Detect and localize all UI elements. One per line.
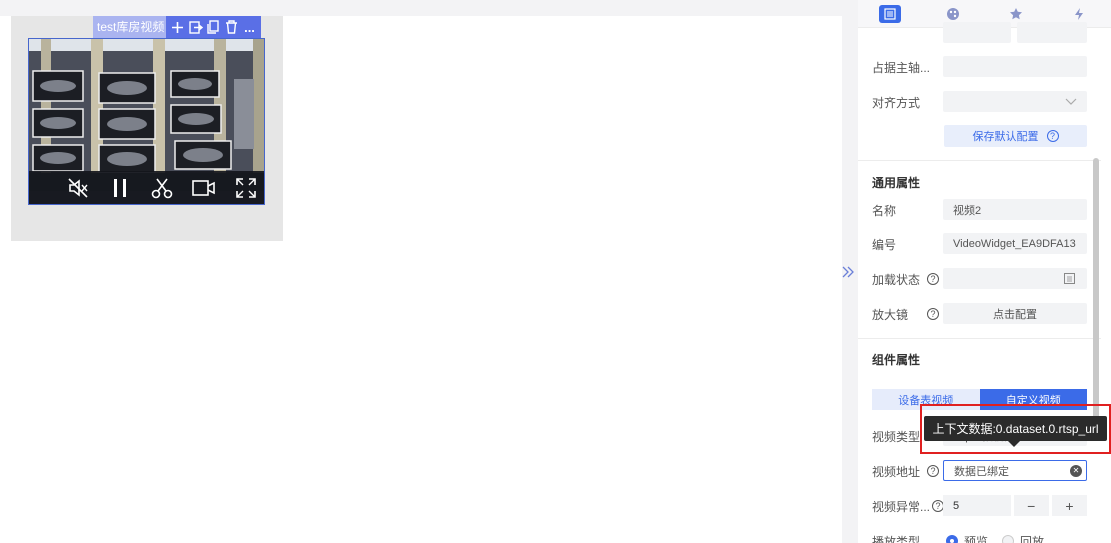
export-icon[interactable]: [188, 19, 203, 35]
decrement-button[interactable]: −: [1013, 495, 1049, 516]
fullscreen-icon[interactable]: [234, 176, 258, 200]
help-icon[interactable]: ?: [927, 308, 940, 320]
save-default-button[interactable]: 保存默认配置 ?: [944, 125, 1087, 147]
main-axis-input[interactable]: [943, 56, 1087, 77]
highlight-box: [920, 404, 1111, 454]
component-section-title: 组件属性: [872, 353, 921, 367]
general-section-title: 通用属性: [872, 176, 921, 190]
copy-icon[interactable]: [206, 19, 221, 35]
video-type-row: 视频类型: [872, 425, 920, 447]
widget-tools: ...: [166, 16, 261, 38]
delete-icon[interactable]: [224, 19, 239, 35]
partial-field-left[interactable]: [943, 22, 1011, 43]
increment-button[interactable]: +: [1051, 495, 1087, 516]
id-row: 编号: [872, 233, 896, 255]
radio-preview[interactable]: [946, 535, 958, 543]
help-icon[interactable]: ?: [927, 273, 940, 285]
main-axis-label: 占据主轴...: [872, 60, 931, 75]
radio-playback[interactable]: [1002, 535, 1015, 543]
name-label: 名称: [872, 203, 897, 218]
collapse-panel-icon[interactable]: [838, 262, 858, 282]
video-error-stepper: 5 − +: [943, 495, 1087, 516]
id-label: 编号: [872, 237, 897, 252]
panel-scrollbar[interactable]: [1093, 158, 1099, 428]
name-input[interactable]: 视频2: [943, 199, 1087, 220]
help-icon[interactable]: ?: [927, 465, 940, 477]
plus-icon[interactable]: [170, 19, 185, 35]
magnifier-row: 放大镜 ?: [872, 303, 940, 325]
help-icon: ?: [1046, 130, 1059, 142]
align-select[interactable]: [943, 91, 1087, 112]
mute-icon[interactable]: [66, 176, 90, 200]
video-type-label: 视频类型: [872, 429, 921, 444]
widget-toolbar: test库房视频 ...: [93, 16, 261, 38]
widget-name: test库房视频: [93, 16, 166, 38]
calendar-icon[interactable]: [1064, 273, 1075, 284]
divider: [858, 338, 1101, 339]
load-state-label: 加载状态: [872, 272, 921, 287]
list-icon: [878, 5, 901, 23]
divider: [858, 160, 1101, 161]
radio-playback-label: 回放: [1020, 534, 1045, 543]
video-error-row: 视频异常... ?: [872, 495, 945, 517]
magnifier-label: 放大镜: [872, 307, 909, 322]
play-type-label: 播放类型: [872, 534, 921, 543]
magnifier-config-button[interactable]: 点击配置: [943, 303, 1087, 324]
load-state-input[interactable]: [943, 268, 1087, 289]
partial-field-right[interactable]: [1017, 22, 1087, 43]
video-url-row: 视频地址 ?: [872, 460, 940, 482]
video-control-bar: [29, 171, 264, 204]
load-state-row: 加载状态 ?: [872, 268, 940, 290]
video-url-label: 视频地址: [872, 464, 921, 479]
cut-icon[interactable]: [150, 176, 174, 200]
panel-body: 占据主轴... 对齐方式 保存默认配置 ? 通用属性 名称 视频2 编号 Vid…: [858, 22, 1101, 543]
align-label: 对齐方式: [872, 95, 921, 110]
video-url-input[interactable]: 数据已绑定 ✕: [943, 460, 1087, 481]
palette-icon: [942, 5, 964, 23]
name-row: 名称: [872, 199, 896, 221]
radio-preview-label: 预览: [964, 534, 989, 543]
lightning-icon: [1068, 5, 1090, 23]
property-panel: 占据主轴... 对齐方式 保存默认配置 ? 通用属性 名称 视频2 编号 Vid…: [858, 0, 1111, 543]
design-canvas[interactable]: test库房视频 ...: [0, 16, 842, 543]
main-axis-row: 占据主轴...: [872, 56, 930, 78]
play-type-row: 播放类型: [872, 530, 920, 543]
video-widget[interactable]: test库房视频 ...: [11, 16, 283, 241]
tab-properties[interactable]: [858, 0, 921, 28]
more-icon[interactable]: ...: [242, 19, 257, 35]
video-player[interactable]: [28, 38, 265, 205]
align-row: 对齐方式: [872, 91, 920, 113]
id-input[interactable]: VideoWidget_EA9DFA13: [943, 233, 1087, 254]
save-default-label: 保存默认配置: [972, 131, 1039, 143]
clear-icon[interactable]: ✕: [1070, 464, 1082, 477]
video-error-value[interactable]: 5: [943, 495, 1011, 516]
chevron-down-icon: [1065, 98, 1077, 105]
pause-icon[interactable]: [108, 176, 132, 200]
video-error-label: 视频异常...: [872, 499, 931, 514]
star-icon: [1005, 5, 1027, 23]
play-type-radios: 预览 回放: [946, 530, 1044, 543]
video-url-value: 数据已绑定: [954, 465, 1009, 478]
record-icon[interactable]: [192, 176, 216, 200]
